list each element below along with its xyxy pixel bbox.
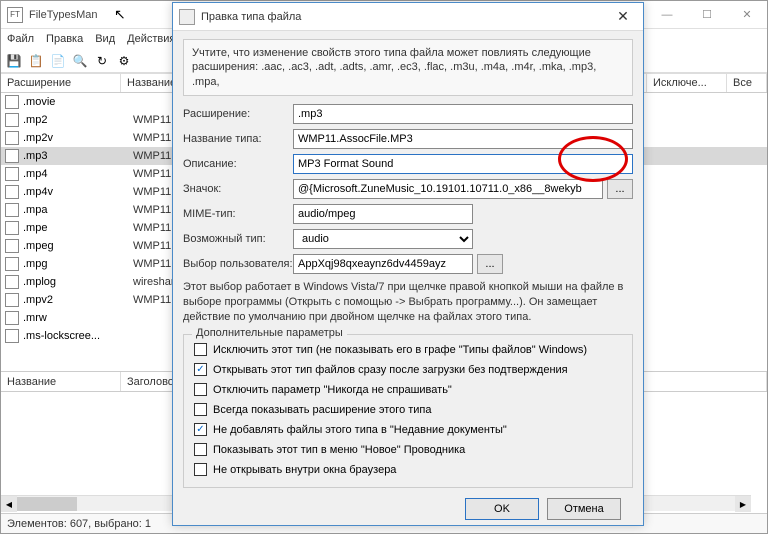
save-icon[interactable]: 💾 [5,52,23,70]
col-all[interactable]: Все [727,74,767,92]
cancel-button[interactable]: Отмена [547,498,621,520]
row-ext: .mplog [23,276,133,288]
menu-view[interactable]: Вид [95,33,115,45]
checkbox-label: Не открывать внутри окна браузера [213,464,396,476]
checkbox-row[interactable]: Показывать этот тип в меню "Новое" Прово… [194,443,622,456]
menu-edit[interactable]: Правка [46,33,83,45]
label-description: Описание: [183,158,293,170]
row-ext: .mp4 [23,168,133,180]
select-perceived[interactable]: audio [293,229,473,249]
bottom-col-name[interactable]: Название [1,372,121,391]
file-icon [5,311,19,325]
label-icon: Значок: [183,183,293,195]
checkbox[interactable] [194,383,207,396]
status-text: Элементов: 607, выбрано: 1 [7,518,151,530]
file-icon [5,149,19,163]
dialog-close-button[interactable]: ✕ [603,4,643,30]
row-ext: .ms-lockscree... [23,330,133,342]
label-typename: Название типа: [183,133,293,145]
edit-file-type-dialog: Правка типа файла ✕ Учтите, что изменени… [172,2,644,526]
file-icon [5,239,19,253]
checkbox-label: Отключить параметр "Никогда не спрашиват… [213,384,452,396]
file-icon [5,275,19,289]
file-icon [5,131,19,145]
label-mime: MIME-тип: [183,208,293,220]
minimize-button[interactable]: — [647,2,687,28]
label-userchoice: Выбор пользователя: [183,258,293,270]
row-ext: .mp2 [23,114,133,126]
checkbox[interactable] [194,403,207,416]
checkbox[interactable] [194,343,207,356]
find-icon[interactable]: 🔍 [71,52,89,70]
checkbox[interactable] [194,463,207,476]
row-ext: .mpv2 [23,294,133,306]
file-icon [5,95,19,109]
row-ext: .mp3 [23,150,133,162]
col-exclude[interactable]: Исключе... [647,74,727,92]
scroll-left-icon[interactable]: ◀ [1,496,17,512]
dialog-title: Правка типа файла [201,11,603,23]
row-ext: .mp4v [23,186,133,198]
scroll-thumb[interactable] [17,497,77,511]
checkbox-row[interactable]: Всегда показывать расширение этого типа [194,403,622,416]
refresh-icon[interactable]: ↻ [93,52,111,70]
checkbox-row[interactable]: ✓ Не добавлять файлы этого типа в "Недавн… [194,423,622,436]
file-icon [5,113,19,127]
checkbox[interactable]: ✓ [194,423,207,436]
checkbox-row[interactable]: Исключить этот тип (не показывать его в … [194,343,622,356]
checkbox-row[interactable]: Отключить параметр "Никогда не спрашиват… [194,383,622,396]
menu-actions[interactable]: Действия [127,33,175,45]
row-ext: .mrw [23,312,133,324]
ok-button[interactable]: OK [465,498,539,520]
maximize-button[interactable]: ☐ [687,2,727,28]
input-description[interactable] [293,154,633,174]
row-ext: .mpa [23,204,133,216]
input-typename[interactable] [293,129,633,149]
dialog-icon [179,9,195,25]
checkbox-label: Всегда показывать расширение этого типа [213,404,432,416]
col-extension[interactable]: Расширение [1,74,121,92]
checkbox-label: Не добавлять файлы этого типа в "Недавни… [213,424,507,436]
row-ext: .mp2v [23,132,133,144]
app-icon: FT [7,7,23,23]
checkbox[interactable] [194,443,207,456]
file-icon [5,293,19,307]
input-extension[interactable] [293,104,633,124]
checkbox-label: Показывать этот тип в меню "Новое" Прово… [213,444,465,456]
label-perceived: Возможный тип: [183,233,293,245]
options-icon[interactable]: ⚙ [115,52,133,70]
file-icon [5,221,19,235]
file-icon [5,167,19,181]
checkbox-row[interactable]: ✓ Открывать этот тип файлов сразу после з… [194,363,622,376]
checkbox-label: Открывать этот тип файлов сразу после за… [213,364,568,376]
input-icon[interactable] [293,179,603,199]
prop-icon[interactable]: 📄 [49,52,67,70]
checkbox[interactable]: ✓ [194,363,207,376]
label-extension: Расширение: [183,108,293,120]
browse-userchoice-button[interactable]: ... [477,254,503,274]
row-ext: .mpe [23,222,133,234]
group-title: Дополнительные параметры [192,327,347,339]
input-userchoice[interactable] [293,254,473,274]
help-text: Этот выбор работает в Windows Vista/7 пр… [183,280,633,325]
scroll-right-icon[interactable]: ▶ [735,496,751,512]
checkbox-label: Исключить этот тип (не показывать его в … [213,344,587,356]
menu-file[interactable]: Файл [7,33,34,45]
file-icon [5,203,19,217]
close-button[interactable]: ✕ [727,2,767,28]
additional-params-group: Дополнительные параметры Исключить этот … [183,334,633,488]
row-ext: .mpeg [23,240,133,252]
dialog-info: Учтите, что изменение свойств этого типа… [183,39,633,96]
input-mime[interactable] [293,204,473,224]
file-icon [5,257,19,271]
copy-icon[interactable]: 📋 [27,52,45,70]
dialog-titlebar[interactable]: Правка типа файла ✕ [173,3,643,31]
file-icon [5,185,19,199]
browse-icon-button[interactable]: ... [607,179,633,199]
file-icon [5,329,19,343]
row-ext: .movie [23,96,133,108]
row-ext: .mpg [23,258,133,270]
checkbox-row[interactable]: Не открывать внутри окна браузера [194,463,622,476]
